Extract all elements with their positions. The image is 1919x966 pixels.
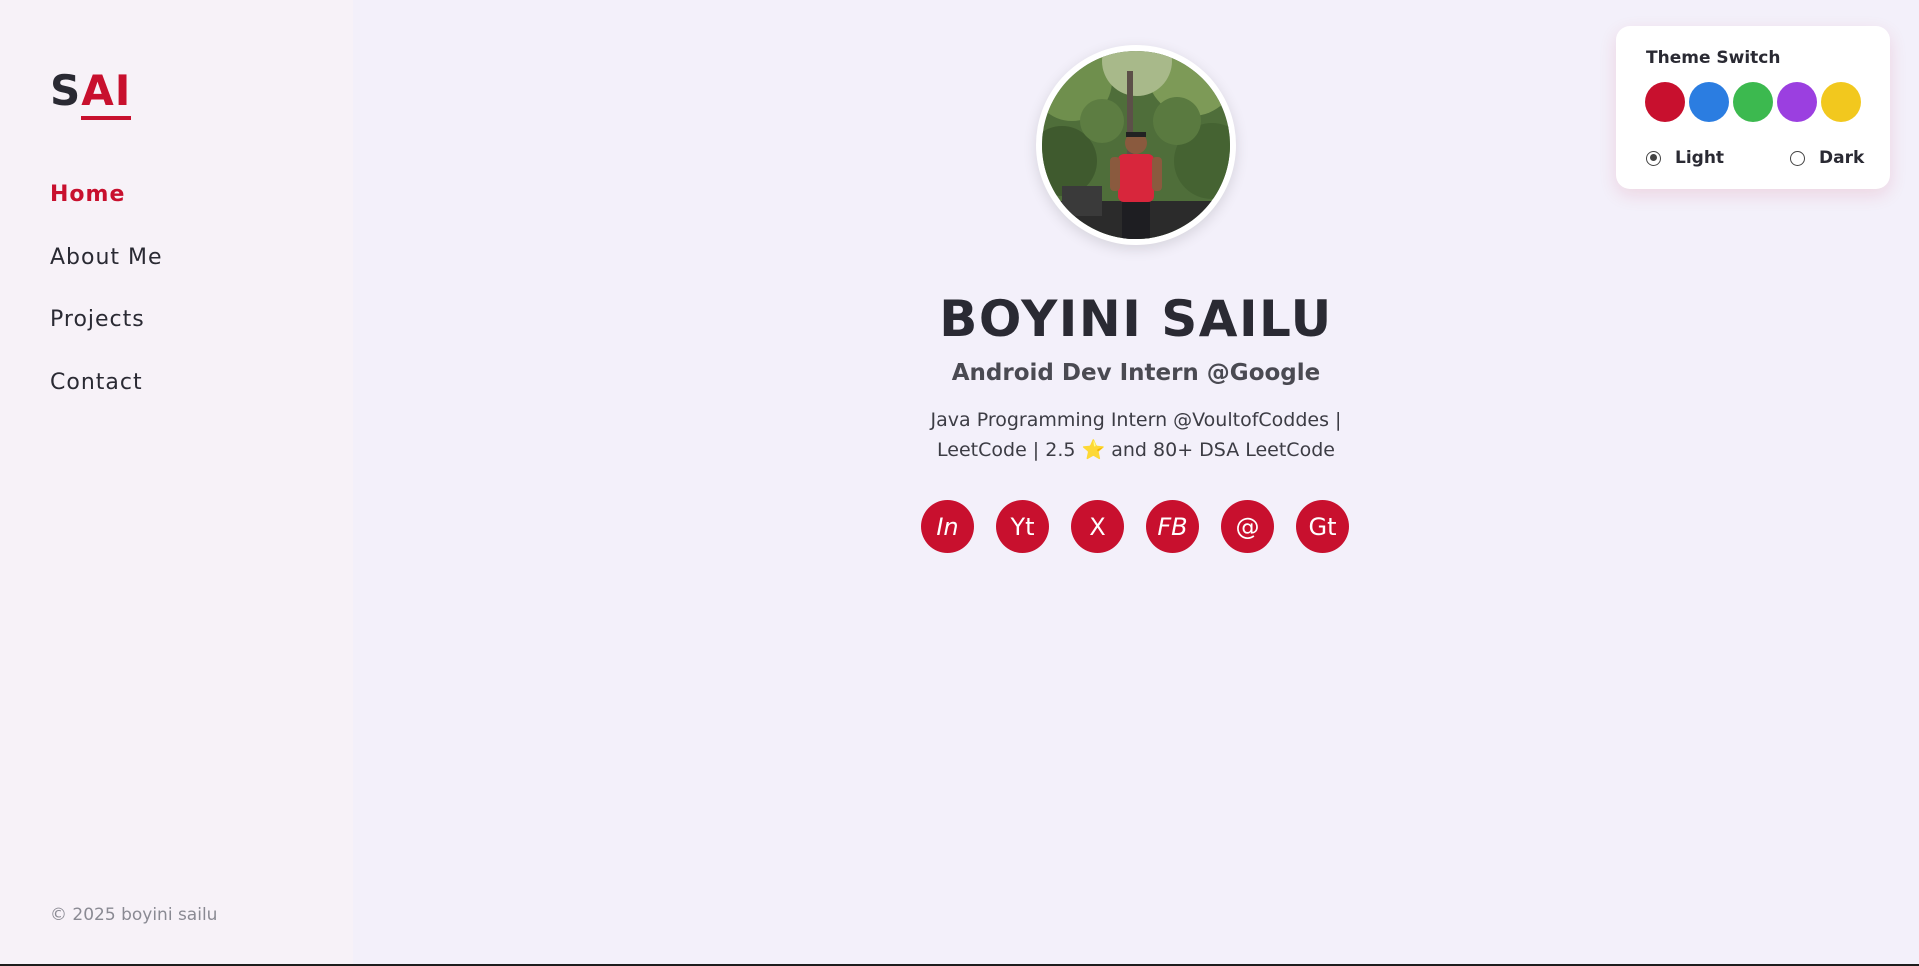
profile-photo	[1042, 51, 1230, 239]
profile-subtitle: Android Dev Intern @Google	[951, 360, 1321, 386]
nav-item-projects[interactable]: Projects	[50, 301, 163, 364]
profile-description: Java Programming Intern @VoultofCoddes |…	[903, 405, 1369, 465]
dark-mode-label: Dark	[1819, 148, 1865, 168]
dark-mode-radio[interactable]	[1790, 150, 1805, 166]
nav-item-contact[interactable]: Contact	[50, 364, 163, 427]
description-line-2b: and 80+ DSA LeetCode	[1105, 439, 1335, 461]
theme-color-swatches	[1645, 82, 1861, 122]
main-nav: Home About Me Projects Contact	[50, 176, 163, 426]
nav-item-home[interactable]: Home	[50, 176, 163, 239]
youtube-icon[interactable]: Yt	[996, 500, 1049, 553]
theme-switch-title: Theme Switch	[1646, 48, 1781, 68]
copyright-text: © 2025 boyini sailu	[50, 905, 218, 925]
nav-item-about-me[interactable]: About Me	[50, 239, 163, 302]
page: SAI Home About Me Projects Contact © 202…	[0, 0, 1919, 966]
dark-mode-option[interactable]: Dark	[1790, 148, 1864, 168]
x-icon[interactable]: X	[1071, 500, 1124, 553]
light-mode-radio[interactable]	[1646, 150, 1661, 166]
profile-name: BOYINI SAILU	[939, 290, 1333, 348]
description-line-1: Java Programming Intern @VoultofCoddes |	[930, 409, 1342, 431]
color-swatch-purple[interactable]	[1777, 82, 1817, 122]
star-icon: ⭐	[1081, 439, 1106, 461]
logo[interactable]: SAI	[50, 66, 132, 120]
logo-text-ai: AI	[81, 66, 132, 120]
sidebar: SAI Home About Me Projects Contact © 202…	[0, 0, 353, 964]
light-mode-option[interactable]: Light	[1646, 148, 1724, 168]
social-links: In Yt X FB @ Gt	[921, 500, 1349, 553]
color-swatch-blue[interactable]	[1689, 82, 1729, 122]
github-icon[interactable]: Gt	[1296, 500, 1349, 553]
color-swatch-red[interactable]	[1645, 82, 1685, 122]
description-line-2a: LeetCode | 2.5	[937, 439, 1082, 461]
light-mode-label: Light	[1675, 148, 1725, 168]
color-swatch-yellow[interactable]	[1821, 82, 1861, 122]
theme-switch-panel: Theme Switch Light Dark	[1616, 26, 1890, 189]
profile-photo-image	[1042, 51, 1230, 239]
avatar	[1036, 45, 1236, 245]
color-swatch-green[interactable]	[1733, 82, 1773, 122]
linkedin-icon[interactable]: In	[921, 500, 974, 553]
facebook-icon[interactable]: FB	[1146, 500, 1199, 553]
logo-text-s: S	[50, 66, 82, 115]
email-icon[interactable]: @	[1221, 500, 1274, 553]
